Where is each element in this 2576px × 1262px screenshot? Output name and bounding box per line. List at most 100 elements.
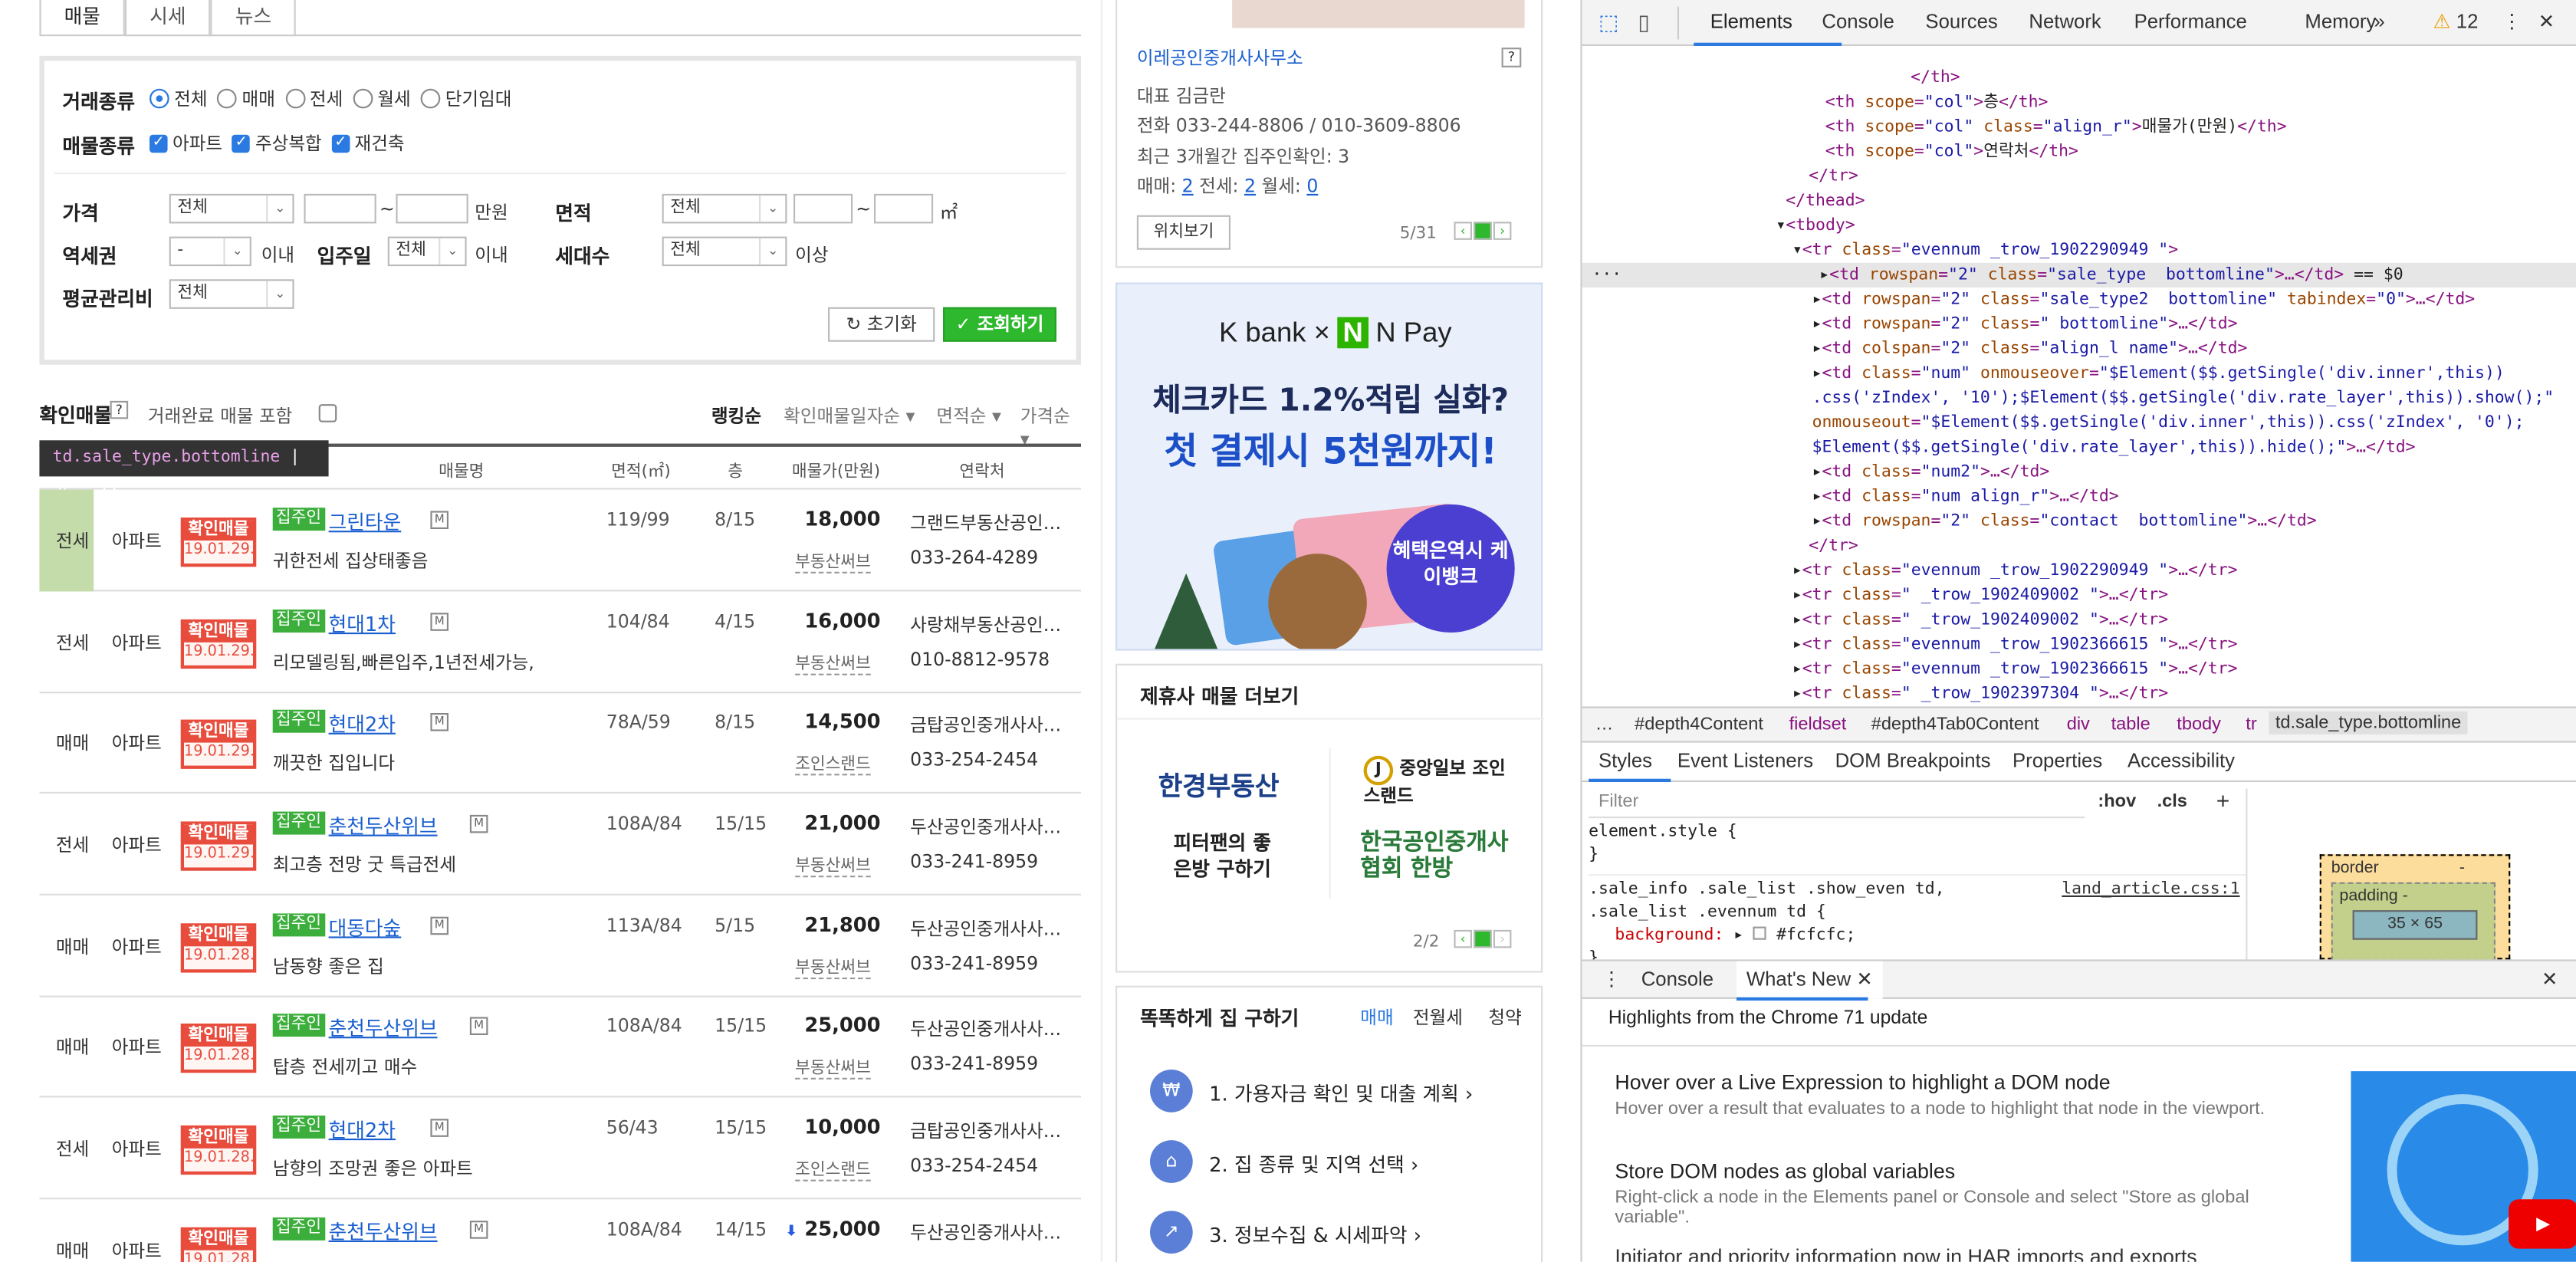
- crumb-depth4content[interactable]: #depth4Content: [1635, 715, 1763, 735]
- sort-area[interactable]: 면적순 ▾: [936, 403, 1001, 429]
- video-thumbnail[interactable]: ▶: [2351, 1071, 2576, 1262]
- rule-value[interactable]: #fcfcfc;: [1776, 927, 1855, 945]
- crumb-div[interactable]: div: [2067, 715, 2090, 735]
- sort-date[interactable]: 확인매물일자순 ▾: [784, 403, 915, 429]
- close-icon[interactable]: ✕: [2538, 10, 2555, 33]
- rule-source-link[interactable]: land_article.css:1: [2062, 879, 2239, 902]
- table-row[interactable]: 매매 아파트 확인매물 19.01.29. 집주인 현대2차 M 깨끗한 집입니다 78A/59…: [39, 692, 1081, 794]
- radio-monthly[interactable]: 월세: [353, 85, 411, 111]
- smart-tab-sale[interactable]: 매매: [1360, 1004, 1393, 1030]
- tab-news[interactable]: 뉴스: [210, 0, 297, 37]
- cls-button[interactable]: .cls: [2157, 792, 2187, 812]
- table-row[interactable]: 매매 아파트 확인매물 19.01.28. 집주인 춘천두산위브 M 108A/84 14/15…: [39, 1199, 1081, 1262]
- table-row[interactable]: 매매 아파트 확인매물 19.01.28. 집주인 대동다숲 M 남동향 좋은 집 113A/8…: [39, 896, 1081, 997]
- whats-new-item-2[interactable]: Store DOM nodes as global variables Righ…: [1615, 1160, 2272, 1227]
- table-row[interactable]: 전세 아파트 확인매물 19.01.28. 집주인 현대2차 M 남향의 조망권 좋은 아파트…: [39, 1097, 1081, 1200]
- agent-name[interactable]: 두산공인중개사사…: [910, 915, 1061, 942]
- step-3[interactable]: 3. 정보수집 & 시세파악 ›: [1209, 1221, 1421, 1248]
- map-marker-icon[interactable]: M: [430, 713, 449, 731]
- partner-hanbang[interactable]: 한국공인중개사협회 한방: [1360, 830, 1524, 882]
- tab-dom-breakpoints[interactable]: DOM Breakpoints: [1835, 749, 1991, 772]
- agent-pager[interactable]: ‹ ›: [1454, 222, 1512, 240]
- price-min-input[interactable]: [304, 193, 376, 224]
- listing-name-link[interactable]: 현대1차: [329, 610, 396, 637]
- crumb-more[interactable]: …: [1595, 715, 1614, 735]
- drawer-close-icon[interactable]: ✕: [2542, 968, 2558, 991]
- step-2[interactable]: 2. 집 종류 및 지역 선택 ›: [1209, 1150, 1418, 1178]
- sort-ranking[interactable]: 랭킹순: [711, 403, 761, 429]
- tab-styles[interactable]: Styles: [1598, 749, 1652, 772]
- check-mixed[interactable]: ✓ 주상복합: [232, 130, 322, 156]
- source-link[interactable]: 조인스랜드: [795, 749, 871, 776]
- styles-filter[interactable]: Filter :hov .cls +: [1589, 787, 2229, 819]
- map-marker-icon[interactable]: M: [469, 1221, 488, 1239]
- price-select[interactable]: 전체 ⌄: [169, 193, 294, 224]
- tab-sources[interactable]: Sources: [1925, 10, 1997, 33]
- agent-name[interactable]: 금탑공인중개사사…: [910, 712, 1061, 738]
- source-link[interactable]: 부동산써브: [795, 953, 871, 980]
- agent-name[interactable]: 사랑채부동산공인…: [910, 611, 1061, 637]
- radio-sale[interactable]: 매매: [217, 85, 275, 111]
- map-marker-icon[interactable]: M: [469, 1017, 488, 1035]
- crumb-tab0content[interactable]: #depth4Tab0Content: [1871, 715, 2039, 735]
- radio-jeonse[interactable]: 전세: [284, 85, 343, 111]
- crumb-td[interactable]: td.sale_type.bottomline: [2269, 711, 2468, 735]
- map-button[interactable]: 위치보기: [1136, 215, 1230, 250]
- source-link[interactable]: 부동산써브: [795, 1053, 871, 1080]
- partners-pager[interactable]: ‹ ›: [1454, 929, 1512, 948]
- table-row[interactable]: 전세 아파트 확인매물 19.01.29. 집주인 그린타운 M 귀한전세 집상태좋음 119/…: [39, 489, 1081, 592]
- reset-button[interactable]: ↻ 초기화: [828, 307, 935, 342]
- listing-name-link[interactable]: 그린타운: [329, 508, 402, 535]
- play-icon[interactable]: ▶: [2509, 1199, 2576, 1249]
- tab-console[interactable]: Console: [1822, 10, 1894, 33]
- inspect-icon[interactable]: ⬚: [1598, 10, 1618, 36]
- table-row[interactable]: 전세 아파트 확인매물 19.01.29. 집주인 춘천두산위브 M 최고층 전망 굿 특급전…: [39, 794, 1081, 896]
- search-button[interactable]: ✓ 조회하기: [943, 307, 1056, 342]
- partner-joins[interactable]: J 중앙일보 조인스랜드: [1363, 755, 1520, 807]
- crumb-table[interactable]: table: [2111, 715, 2150, 735]
- hov-button[interactable]: :hov: [2098, 792, 2136, 812]
- tab-accessibility[interactable]: Accessibility: [2128, 749, 2235, 772]
- listing-name-link[interactable]: 춘천두산위브: [329, 812, 438, 840]
- crumb-tr[interactable]: tr: [2246, 715, 2256, 735]
- add-rule-icon[interactable]: +: [2216, 787, 2230, 813]
- radio-all[interactable]: 전체: [150, 85, 208, 111]
- listing-name-link[interactable]: 춘천두산위브: [329, 1218, 438, 1245]
- drawer-tab-console[interactable]: Console: [1641, 968, 1714, 991]
- whats-new-item-3[interactable]: Initiator and priority information now i…: [1615, 1245, 2272, 1261]
- step-1[interactable]: 1. 가용자금 확인 및 대출 계획 ›: [1209, 1080, 1473, 1107]
- households-select[interactable]: 전체 ⌄: [662, 236, 787, 267]
- drawer-menu-icon[interactable]: ⋮: [1602, 968, 1622, 991]
- tab-network[interactable]: Network: [2029, 10, 2101, 33]
- listing-name-link[interactable]: 현대2차: [329, 1116, 396, 1143]
- source-link[interactable]: 조인스랜드: [795, 1155, 871, 1181]
- agent-name[interactable]: 두산공인중개사사…: [910, 1219, 1061, 1245]
- agent-name[interactable]: 이레공인중개사사무소: [1137, 44, 1303, 71]
- check-rebuild[interactable]: ✓ 재건축: [331, 130, 405, 156]
- agent-name[interactable]: 두산공인중개사사…: [910, 813, 1061, 840]
- partner-hankyung[interactable]: 한경부동산: [1158, 764, 1280, 803]
- tab-prices[interactable]: 시세: [125, 0, 211, 37]
- source-link[interactable]: 부동산써브: [795, 851, 871, 878]
- tab-memory[interactable]: Memory: [2305, 10, 2376, 33]
- rule-prop[interactable]: background:: [1615, 927, 1723, 945]
- map-marker-icon[interactable]: M: [430, 511, 449, 529]
- agent-name[interactable]: 그랜드부동산공인…: [910, 509, 1061, 535]
- include-completed-checkbox[interactable]: [318, 404, 337, 422]
- map-marker-icon[interactable]: M: [430, 613, 449, 631]
- agent-name[interactable]: 금탑공인중개사사…: [910, 1117, 1061, 1143]
- crumb-tbody[interactable]: tbody: [2177, 715, 2221, 735]
- move-in-select[interactable]: 전체 ⌄: [387, 236, 467, 267]
- partner-peterpan[interactable]: 피터팬의 좋은방 구하기: [1173, 830, 1272, 882]
- smart-tab-subscription[interactable]: 청약: [1488, 1004, 1521, 1030]
- smart-tab-rent[interactable]: 전월세: [1413, 1004, 1463, 1030]
- station-select[interactable]: - ⌄: [169, 236, 251, 267]
- crumb-fieldset[interactable]: fieldset: [1789, 715, 1847, 735]
- tab-properties[interactable]: Properties: [2013, 749, 2102, 772]
- map-marker-icon[interactable]: M: [430, 1119, 449, 1137]
- device-icon[interactable]: ▯: [1638, 10, 1649, 36]
- tab-elements[interactable]: Elements: [1710, 10, 1792, 33]
- map-marker-icon[interactable]: M: [469, 814, 488, 833]
- source-link[interactable]: 부동산써브: [795, 547, 871, 573]
- tab-performance[interactable]: Performance: [2134, 10, 2247, 33]
